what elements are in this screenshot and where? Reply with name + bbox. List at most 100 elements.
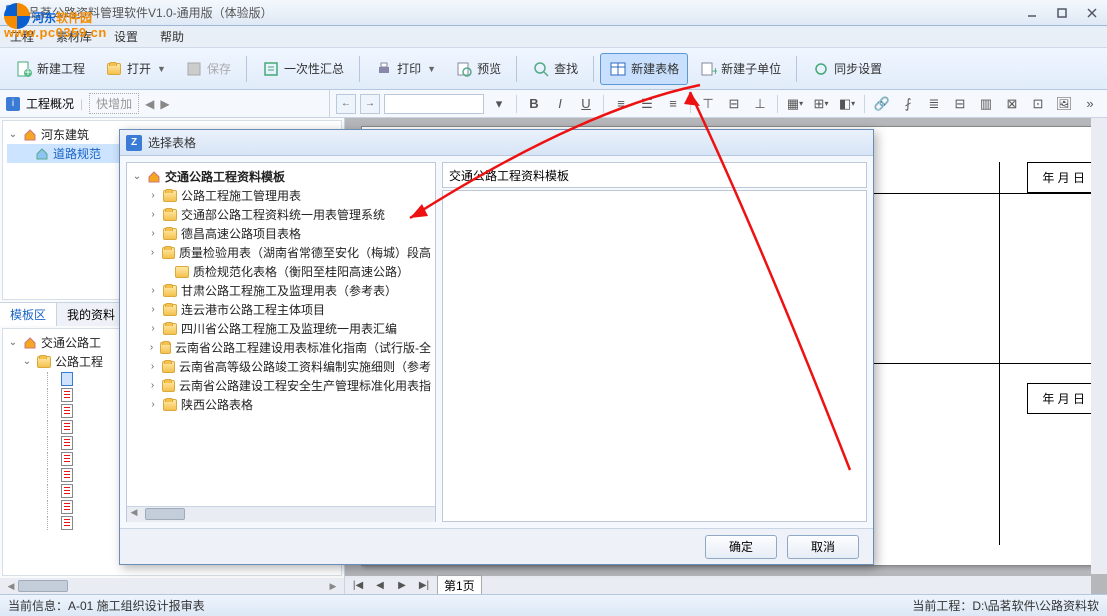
doc-icon [61, 404, 73, 418]
menubar: 工程 素材库 设置 帮助 [0, 26, 1107, 48]
dlg-item[interactable]: ›质量检验用表（湖南省常德至安化（梅城）段高 [131, 243, 431, 262]
date-cell: 年 月 日 [1027, 162, 1100, 193]
valign-top-button[interactable]: ⊤ [697, 93, 719, 115]
align-center-button[interactable]: ☰ [636, 93, 658, 115]
save-button[interactable]: 保存 [176, 53, 240, 85]
scroll-left-button[interactable]: ◀ [127, 507, 141, 522]
new-project-icon: + [15, 60, 33, 78]
chevron-left-icon[interactable]: ◀ [145, 97, 154, 111]
tab-my-data[interactable]: 我的资料 [57, 303, 126, 326]
align-left-button[interactable]: ≡ [610, 93, 632, 115]
chevron-right-icon[interactable]: ▶ [160, 97, 169, 111]
statusbar: 当前信息：A-01 施工组织设计报审表 当前工程：D:\品茗软件\公路资料软 [0, 594, 1107, 616]
print-button[interactable]: 打印 ▼ [366, 53, 444, 85]
dialog-title: 选择表格 [148, 134, 867, 151]
app-icon: Z [6, 5, 22, 21]
menu-material[interactable]: 素材库 [52, 26, 96, 47]
valign-mid-button[interactable]: ⊟ [723, 93, 745, 115]
doc-icon [61, 420, 73, 434]
sync-settings-button[interactable]: 同步设置 [803, 53, 891, 85]
more-button[interactable]: » [1079, 93, 1101, 115]
svg-text:+: + [712, 64, 717, 78]
doc-icon [61, 388, 73, 402]
chevron-down-icon: ▼ [427, 64, 435, 74]
vertical-scrollbar[interactable] [1091, 118, 1107, 574]
link-button[interactable]: 🔗 [871, 93, 893, 115]
dlg-root[interactable]: ⌄ 交通公路工程资料模板 [131, 167, 431, 186]
valign-bot-button[interactable]: ⊥ [749, 93, 771, 115]
bold-button[interactable]: B [523, 93, 545, 115]
italic-button[interactable]: I [549, 93, 571, 115]
select-table-dialog: Z 选择表格 ⌄ 交通公路工程资料模板 ›公路工程施工管理用表›交通部公路工程资… [119, 129, 874, 565]
cancel-button[interactable]: 取消 [787, 535, 859, 559]
folder-icon [163, 399, 177, 411]
maximize-button[interactable] [1053, 6, 1071, 20]
dlg-item[interactable]: 质检规范化表格（衡阳至桂阳高速公路） [131, 262, 431, 281]
dropdown-icon[interactable]: ▾ [488, 93, 510, 115]
project-info-label[interactable]: 工程概况 [26, 95, 74, 112]
dialog-titlebar[interactable]: Z 选择表格 [120, 130, 873, 156]
tab-template-area[interactable]: 模板区 [0, 303, 57, 326]
dlg-item[interactable]: ›云南省高等级公路竣工资料编制实施细则（参考 [131, 357, 431, 376]
date-cell: 年 月 日 [1027, 383, 1100, 414]
dlg-item[interactable]: ›连云港市公路工程主体项目 [131, 300, 431, 319]
dlg-item[interactable]: ›交通部公路工程资料统一用表管理系统 [131, 205, 431, 224]
folder-icon [163, 190, 177, 202]
preview-button[interactable]: 预览 [446, 53, 510, 85]
doc-icon [61, 516, 73, 530]
scroll-left-button[interactable]: ◀ [4, 581, 18, 592]
folder-icon [163, 323, 177, 335]
underline-button[interactable]: U [575, 93, 597, 115]
open-button[interactable]: 打开 ▼ [96, 53, 174, 85]
dlg-item[interactable]: ›云南省公路建设工程安全生产管理标准化用表指 [131, 376, 431, 395]
nav-back-button[interactable]: ← [336, 94, 356, 114]
first-page-button[interactable]: |◀ [349, 578, 367, 592]
insert4-button[interactable]: ⊠ [1001, 93, 1023, 115]
align-right-button[interactable]: ≡ [662, 93, 684, 115]
insert5-button[interactable]: ⊡ [1027, 93, 1049, 115]
separator [593, 56, 594, 82]
prev-page-button[interactable]: ◀ [371, 578, 389, 592]
table-button[interactable]: ▦▾ [784, 93, 806, 115]
dlg-item[interactable]: ›甘肃公路工程施工及监理用表（参考表） [131, 281, 431, 300]
folder-icon [163, 209, 177, 221]
separator [359, 56, 360, 82]
window-title: 品茗公路资料管理软件V1.0-通用版（体验版） [28, 4, 1023, 21]
merge-button[interactable]: ⊞▾ [810, 93, 832, 115]
quick-add-button[interactable]: 快增加 [89, 93, 139, 114]
search-button[interactable]: 查找 [523, 53, 587, 85]
once-summary-button[interactable]: 一次性汇总 [253, 53, 353, 85]
menu-settings[interactable]: 设置 [110, 26, 142, 47]
dlg-item[interactable]: ›陕西公路表格 [131, 395, 431, 414]
folder-icon [162, 247, 175, 259]
color-button[interactable]: ◧▾ [836, 93, 858, 115]
dlg-item[interactable]: ›四川省公路工程施工及监理统一用表汇编 [131, 319, 431, 338]
dlg-item[interactable]: ›德昌高速公路项目表格 [131, 224, 431, 243]
font-combo[interactable] [384, 94, 484, 114]
dlg-item[interactable]: ›云南省公路工程建设用表标准化指南（试行版-全 [131, 338, 431, 357]
ok-button[interactable]: 确定 [705, 535, 777, 559]
scrollbar-thumb[interactable] [145, 508, 185, 520]
insert1-button[interactable]: ≣ [923, 93, 945, 115]
image-button[interactable]: 🖼 [1053, 93, 1075, 115]
menu-help[interactable]: 帮助 [156, 26, 188, 47]
insert3-button[interactable]: ▥ [975, 93, 997, 115]
status-info: 当前信息：A-01 施工组织设计报审表 [8, 597, 205, 614]
minimize-button[interactable] [1023, 6, 1041, 20]
new-table-button[interactable]: 新建表格 [600, 53, 688, 85]
dlg-item[interactable]: ›公路工程施工管理用表 [131, 186, 431, 205]
menu-project[interactable]: 工程 [6, 26, 38, 47]
chevron-down-icon: ▼ [157, 64, 165, 74]
insert2-button[interactable]: ⊟ [949, 93, 971, 115]
new-subunit-icon: + [699, 60, 717, 78]
scroll-right-button[interactable]: ▶ [326, 581, 340, 592]
last-page-button[interactable]: ▶| [415, 578, 433, 592]
nav-fwd-button[interactable]: → [360, 94, 380, 114]
dialog-tree[interactable]: ⌄ 交通公路工程资料模板 ›公路工程施工管理用表›交通部公路工程资料统一用表管理… [126, 162, 436, 522]
next-page-button[interactable]: ▶ [393, 578, 411, 592]
doc-icon [61, 468, 73, 482]
fx-button[interactable]: ⨏ [897, 93, 919, 115]
close-button[interactable] [1083, 6, 1101, 20]
new-subunit-button[interactable]: + 新建子单位 [690, 53, 790, 85]
new-project-button[interactable]: + 新建工程 [6, 53, 94, 85]
